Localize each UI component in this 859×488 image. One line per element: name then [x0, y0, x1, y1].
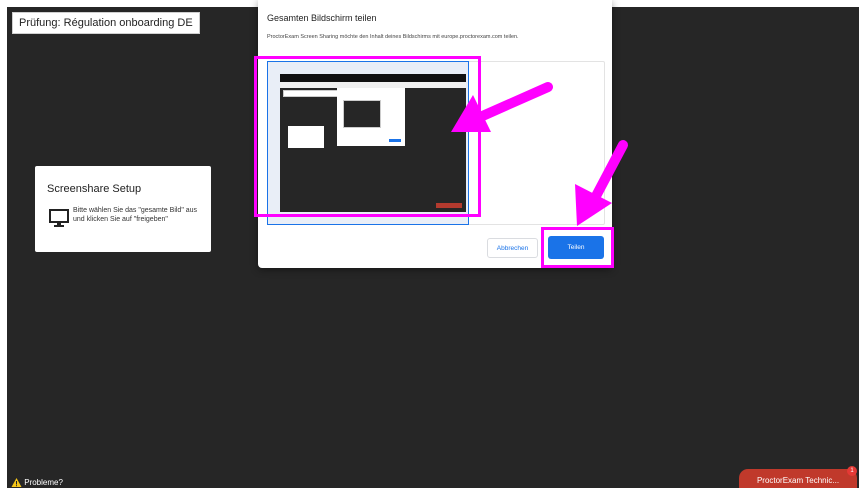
problems-link[interactable]: Probleme? — [11, 477, 63, 488]
share-button-highlight-box — [541, 227, 614, 268]
notification-badge: 1 — [847, 466, 857, 476]
problems-label: Probleme? — [24, 478, 63, 487]
warning-icon — [11, 478, 22, 487]
dialog-description: ProctorExam Screen Sharing möchte den In… — [267, 34, 519, 40]
thumbnail-highlight-box — [254, 56, 481, 217]
monitor-icon — [49, 209, 69, 227]
setup-card-title: Screenshare Setup — [47, 183, 142, 195]
setup-card-instruction: Bitte wählen Sie das "gesamte Bild" aus … — [73, 207, 198, 223]
screenshare-setup-card: Screenshare Setup Bitte wählen Sie das "… — [35, 166, 211, 252]
exam-title: Prüfung: Régulation onboarding DE — [12, 12, 200, 34]
cancel-button[interactable]: Abbrechen — [487, 238, 538, 258]
dialog-title: Gesamten Bildschirm teilen — [267, 13, 377, 23]
support-chat-button[interactable]: ProctorExam Technic... — [739, 469, 857, 488]
screen: Prüfung: Régulation onboarding DE Screen… — [0, 0, 859, 488]
